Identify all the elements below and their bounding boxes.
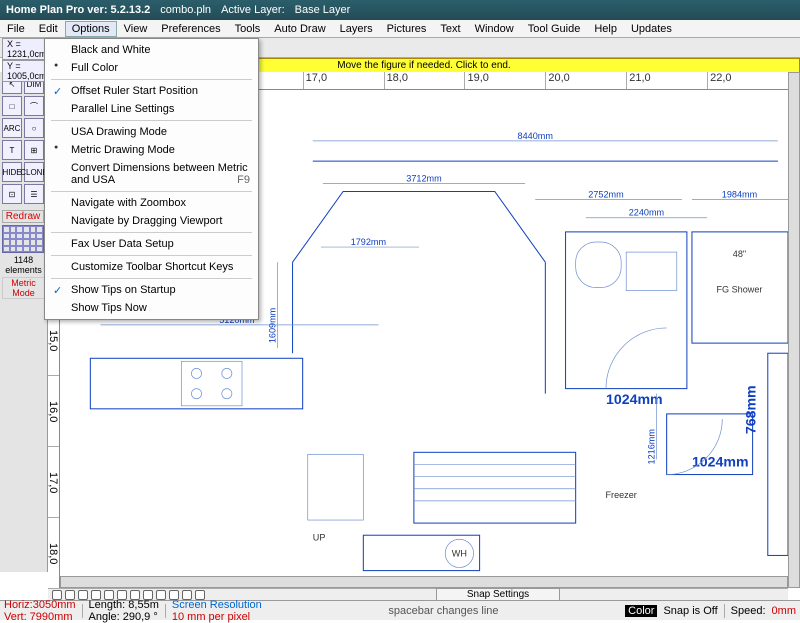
menu-item-parallel-line-settings[interactable]: Parallel Line Settings bbox=[45, 100, 258, 118]
scrollbar-vertical[interactable] bbox=[788, 72, 800, 588]
menu-pictures[interactable]: Pictures bbox=[380, 21, 434, 37]
scrollbar-horizontal[interactable] bbox=[60, 576, 788, 588]
menu-file[interactable]: File bbox=[0, 21, 32, 37]
menu-item-customize-toolbar-shortcut-key[interactable]: Customize Toolbar Shortcut Keys bbox=[45, 258, 258, 276]
svg-text:FG Shower: FG Shower bbox=[716, 285, 762, 295]
menu-tools[interactable]: Tools bbox=[228, 21, 268, 37]
menu-item-navigate-with-zoombox[interactable]: Navigate with Zoombox bbox=[45, 194, 258, 212]
menu-layers[interactable]: Layers bbox=[333, 21, 380, 37]
menu-item-offset-ruler-start-position[interactable]: Offset Ruler Start Position bbox=[45, 82, 258, 100]
menu-tool-guide[interactable]: Tool Guide bbox=[521, 21, 588, 37]
layer-label: Active Layer: bbox=[221, 4, 285, 16]
tool-button[interactable]: CLONE bbox=[24, 162, 44, 182]
snap-toggle[interactable] bbox=[78, 590, 88, 600]
status-vert: Vert: 7990mm bbox=[4, 611, 76, 623]
svg-text:1609mm: 1609mm bbox=[267, 308, 277, 343]
ruler-tick: 20,0 bbox=[545, 72, 626, 89]
menu-item-black-and-white[interactable]: Black and White bbox=[45, 41, 258, 59]
tool-button[interactable]: ○ bbox=[24, 118, 44, 138]
svg-text:8440mm: 8440mm bbox=[518, 131, 553, 141]
menu-item-show-tips-on-startup[interactable]: Show Tips on Startup bbox=[45, 281, 258, 299]
menu-item-show-tips-now[interactable]: Show Tips Now bbox=[45, 299, 258, 317]
menu-item-fax-user-data-setup[interactable]: Fax User Data Setup bbox=[45, 235, 258, 253]
svg-text:UP: UP bbox=[313, 532, 326, 542]
snap-bar: Snap Settings bbox=[48, 588, 788, 600]
menu-edit[interactable]: Edit bbox=[32, 21, 65, 37]
tool-button[interactable]: □ bbox=[2, 96, 22, 116]
status-speed-value: 0mm bbox=[772, 605, 796, 617]
tool-button[interactable]: ⊞ bbox=[24, 140, 44, 160]
menu-text[interactable]: Text bbox=[433, 21, 467, 37]
tool-button[interactable]: ⌒ bbox=[24, 96, 44, 116]
status-hint: spacebar changes line bbox=[268, 605, 619, 617]
menu-item-full-color[interactable]: Full Color bbox=[45, 59, 258, 77]
options-menu-dropdown: Black and WhiteFull Color Offset Ruler St… bbox=[44, 38, 259, 320]
svg-text:Freezer: Freezer bbox=[605, 490, 636, 500]
ruler-tick: 18,0 bbox=[384, 72, 465, 89]
ruler-tick: 22,0 bbox=[707, 72, 788, 89]
status-angle: Angle: 290,9 ° bbox=[89, 611, 159, 623]
menu-preferences[interactable]: Preferences bbox=[154, 21, 227, 37]
mode-indicator: Metric Mode bbox=[2, 277, 45, 299]
status-res-label: Screen Resolution bbox=[172, 599, 262, 611]
svg-text:1792mm: 1792mm bbox=[351, 237, 386, 247]
file-name: combo.pln bbox=[160, 4, 211, 16]
menu-view[interactable]: View bbox=[117, 21, 155, 37]
status-length: Length: 8,55m bbox=[89, 599, 159, 611]
svg-text:768mm: 768mm bbox=[743, 385, 759, 434]
tool-button[interactable]: T bbox=[2, 140, 22, 160]
ruler-tick: 21,0 bbox=[626, 72, 707, 89]
svg-text:1984mm: 1984mm bbox=[722, 190, 757, 200]
redraw-button[interactable]: Redraw bbox=[2, 210, 44, 223]
tool-button[interactable]: ☰ bbox=[24, 184, 44, 204]
menu-options[interactable]: Options bbox=[65, 21, 117, 37]
ruler-tick: 18,0 bbox=[48, 517, 59, 588]
status-speed-label: Speed: bbox=[731, 605, 766, 617]
element-count: 1148 elements bbox=[2, 255, 45, 275]
ruler-tick: 16,0 bbox=[48, 375, 59, 446]
app-title: Home Plan Pro ver: 5.2.13.2 bbox=[6, 4, 150, 16]
svg-text:1024mm: 1024mm bbox=[692, 453, 749, 469]
tool-button[interactable]: ARC bbox=[2, 118, 22, 138]
tool-button[interactable]: ⊡ bbox=[2, 184, 22, 204]
layer-value: Base Layer bbox=[295, 4, 351, 16]
ruler-tick: 17,0 bbox=[303, 72, 384, 89]
tool-button[interactable]: HIDE bbox=[2, 162, 22, 182]
ruler-tick: 19,0 bbox=[464, 72, 545, 89]
menu-item-metric-drawing-mode[interactable]: Metric Drawing Mode bbox=[45, 141, 258, 159]
menu-item-convert-dimensions-between-met[interactable]: Convert Dimensions between Metric and US… bbox=[45, 159, 258, 189]
svg-text:3712mm: 3712mm bbox=[406, 173, 441, 183]
tool-palette: ↖DIM□⌒ARC○T⊞HIDECLONE⊡☰Redraw1148 elemen… bbox=[0, 72, 48, 572]
color-button[interactable]: Color bbox=[625, 605, 657, 617]
svg-text:1024mm: 1024mm bbox=[606, 391, 663, 407]
svg-text:2240mm: 2240mm bbox=[629, 208, 664, 218]
menu-item-usa-drawing-mode[interactable]: USA Drawing Mode bbox=[45, 123, 258, 141]
title-bar: Home Plan Pro ver: 5.2.13.2 combo.pln Ac… bbox=[0, 0, 800, 20]
svg-text:2752mm: 2752mm bbox=[588, 190, 623, 200]
menu-help[interactable]: Help bbox=[587, 21, 624, 37]
ruler-tick: 17,0 bbox=[48, 446, 59, 517]
svg-text:1216mm: 1216mm bbox=[647, 429, 657, 464]
status-bar: Horiz:3050mm Vert: 7990mm Length: 8,55m … bbox=[0, 600, 800, 620]
status-snap: Snap is Off bbox=[663, 605, 717, 617]
status-horiz: Horiz:3050mm bbox=[4, 599, 76, 611]
svg-text:48": 48" bbox=[733, 249, 746, 259]
svg-text:WH: WH bbox=[452, 548, 467, 558]
menu-bar: FileEditOptionsViewPreferencesToolsAuto … bbox=[0, 20, 800, 38]
menu-window[interactable]: Window bbox=[468, 21, 521, 37]
status-res-value: 10 mm per pixel bbox=[172, 611, 262, 623]
pattern-grid[interactable] bbox=[2, 225, 44, 253]
menu-updates[interactable]: Updates bbox=[624, 21, 679, 37]
menu-auto-draw[interactable]: Auto Draw bbox=[267, 21, 332, 37]
menu-item-navigate-by-dragging-viewport[interactable]: Navigate by Dragging Viewport bbox=[45, 212, 258, 230]
